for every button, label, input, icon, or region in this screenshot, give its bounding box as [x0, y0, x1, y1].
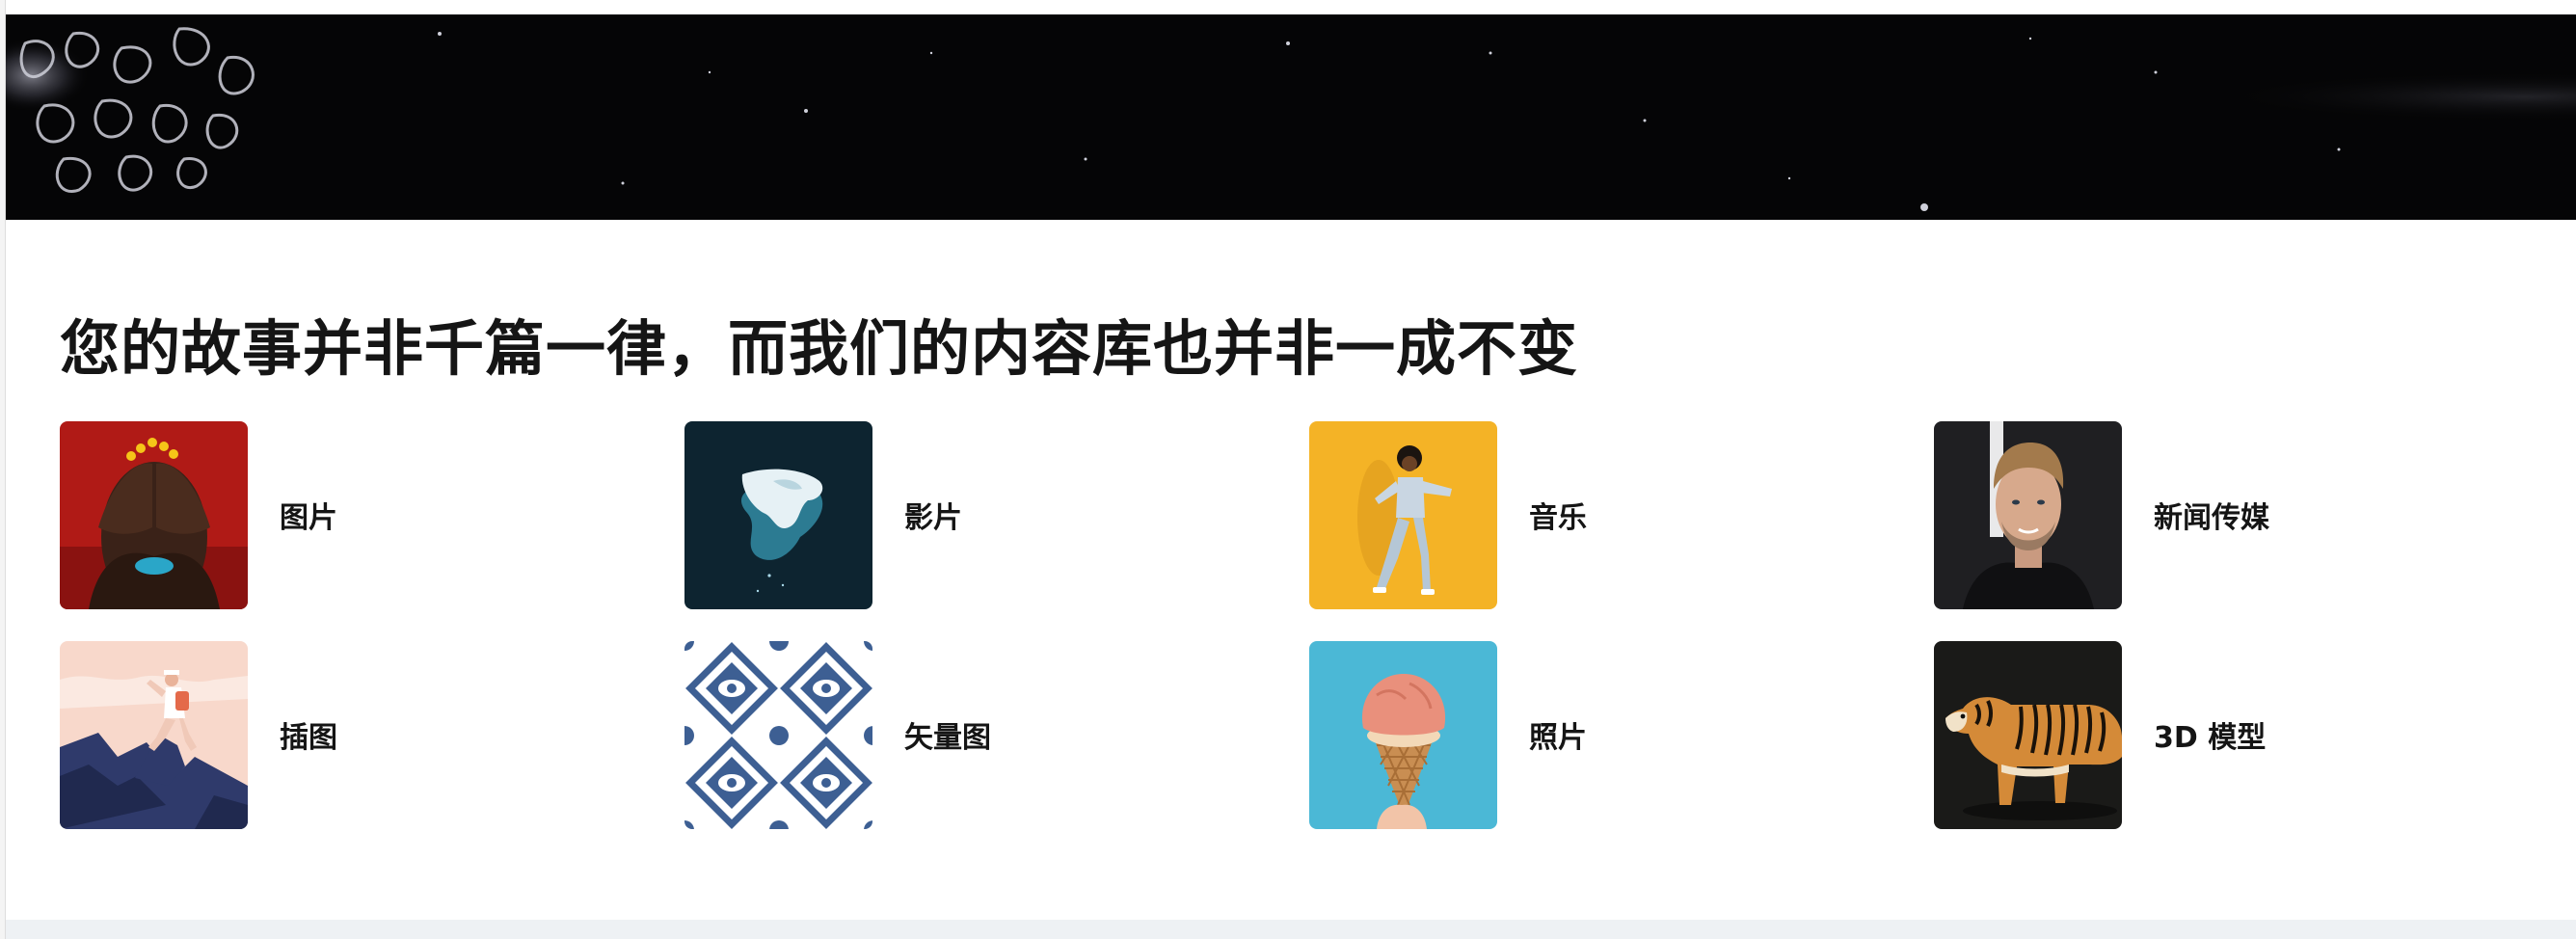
category-grid: 图片 影片 音乐 新闻传媒 插图 矢量图 照片 3D 模型: [60, 420, 2547, 829]
category-label: 3D 模型: [2154, 721, 2267, 755]
category-label: 矢量图: [904, 721, 991, 755]
man-portrait-image: [1934, 420, 2122, 609]
category-label: 新闻传媒: [2154, 501, 2269, 535]
category-3d-models[interactable]: 3D 模型: [1934, 640, 2559, 829]
category-label: 插图: [280, 721, 337, 755]
hero-space-image: [6, 14, 2576, 220]
tiger-3d-image: [1934, 640, 2122, 829]
category-label: 图片: [280, 501, 337, 535]
section-heading: 您的故事并非千篇一律，而我们的内容库也并非一成不变: [60, 313, 1579, 384]
category-label: 音乐: [1529, 501, 1587, 535]
pattern-tile-image: [684, 640, 872, 829]
hiker-illustration-image: [60, 640, 248, 829]
footer-band: [6, 920, 2576, 939]
category-vectors[interactable]: 矢量图: [684, 640, 1309, 829]
category-illustrations[interactable]: 插图: [60, 640, 684, 829]
category-images[interactable]: 图片: [60, 420, 684, 609]
iceberg-aerial-image: [684, 420, 872, 609]
category-music[interactable]: 音乐: [1309, 420, 1934, 609]
woman-covering-eyes-image: [60, 420, 248, 609]
category-editorial[interactable]: 新闻传媒: [1934, 420, 2559, 609]
hero-banner: [6, 14, 2576, 220]
dancing-person-image: [1309, 420, 1497, 609]
category-label: 照片: [1529, 721, 1587, 755]
category-video[interactable]: 影片: [684, 420, 1309, 609]
ice-cream-cone-image: [1309, 640, 1497, 829]
category-photos[interactable]: 照片: [1309, 640, 1934, 829]
category-label: 影片: [904, 501, 962, 535]
